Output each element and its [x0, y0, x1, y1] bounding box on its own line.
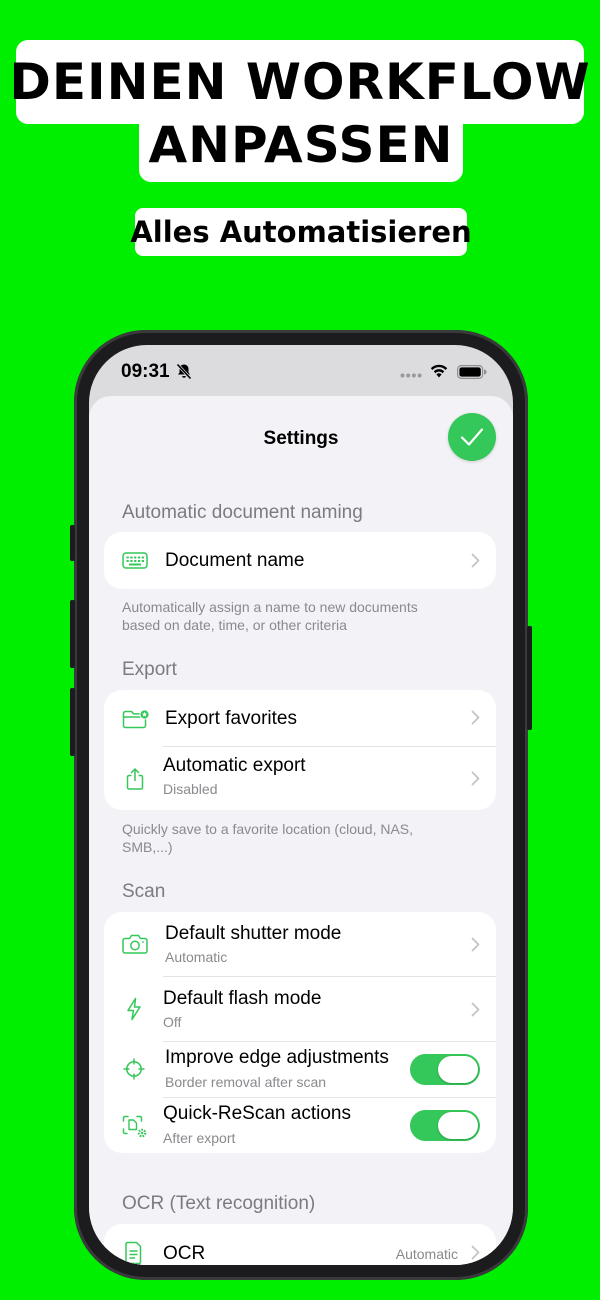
subheadline: Alles Automatisieren: [130, 215, 472, 249]
row-sublabel: After export: [163, 1130, 236, 1146]
card-export: Export favorites Automatic export Disabl…: [104, 690, 496, 810]
phone-volume-down: [70, 688, 75, 756]
signal-dots-icon: [400, 373, 422, 378]
row-label: Export favorites: [165, 708, 297, 729]
section-header-export: Export: [122, 659, 177, 680]
headline-banner-line2: ANPASSEN: [139, 108, 463, 182]
done-button[interactable]: [448, 413, 496, 461]
card-naming: Document name: [104, 532, 496, 589]
battery-icon: [457, 365, 487, 379]
headline-line2: ANPASSEN: [148, 116, 454, 174]
row-ocr[interactable]: OCR Automatic: [104, 1224, 496, 1265]
phone-frame: 09:31 Settings Automatic document naming…: [70, 330, 532, 1280]
crosshair-icon: [123, 1058, 145, 1080]
toggle-knob: [438, 1112, 478, 1139]
row-sublabel: Off: [163, 1014, 182, 1030]
row-sublabel: Automatic: [165, 949, 228, 965]
chevron-right-icon: [471, 937, 480, 952]
chevron-right-icon: [471, 1002, 480, 1017]
camera-icon: [122, 934, 148, 954]
row-quick-rescan-actions: Quick-ReScan actions After export: [104, 1098, 496, 1153]
headline-line1: DEINEN WORKFLOW: [9, 53, 591, 111]
row-improve-edge-adjustments: Improve edge adjustments Border removal …: [104, 1042, 496, 1097]
edge-adjustments-toggle[interactable]: [410, 1054, 480, 1085]
rescan-gear-icon: [122, 1115, 147, 1138]
section-header-scan: Scan: [122, 881, 166, 902]
row-label: Default flash mode: [163, 988, 322, 1009]
phone-screen: 09:31 Settings Automatic document naming…: [89, 345, 513, 1265]
phone-power-button: [527, 626, 532, 730]
card-ocr: OCR Automatic: [104, 1224, 496, 1265]
row-document-name[interactable]: Document name: [104, 532, 496, 589]
chevron-right-icon: [471, 710, 480, 725]
phone-action-button: [70, 525, 75, 561]
chevron-right-icon: [471, 771, 480, 786]
row-sublabel: Border removal after scan: [165, 1074, 327, 1090]
subheadline-banner: Alles Automatisieren: [130, 208, 472, 256]
quick-rescan-toggle[interactable]: [410, 1110, 480, 1141]
wifi-icon: [430, 364, 448, 378]
section-footer-naming: Automatically assign a name to new docum…: [122, 599, 418, 633]
bolt-icon: [127, 997, 141, 1021]
status-time: 09:31: [121, 361, 170, 382]
share-icon: [126, 768, 144, 790]
row-export-favorites[interactable]: Export favorites: [104, 690, 496, 746]
keyboard-icon: [122, 552, 148, 569]
phone-volume-up: [70, 600, 75, 668]
checkmark-icon: [460, 428, 484, 446]
card-scan: Default shutter mode Automatic Default f…: [104, 912, 496, 1153]
row-automatic-export[interactable]: Automatic export Disabled: [104, 747, 496, 810]
bell-slash-icon: [176, 363, 192, 380]
section-header-ocr: OCR (Text recognition): [122, 1193, 316, 1214]
chevron-right-icon: [471, 1245, 480, 1260]
row-label: Automatic export: [163, 755, 306, 776]
row-default-shutter-mode[interactable]: Default shutter mode Automatic: [104, 912, 496, 976]
row-label: Improve edge adjustments: [165, 1047, 389, 1068]
row-sublabel: Disabled: [163, 781, 218, 797]
chevron-right-icon: [471, 553, 480, 568]
section-header-naming: Automatic document naming: [122, 502, 363, 523]
section-footer-export: Quickly save to a favorite location (clo…: [122, 821, 414, 855]
settings-sheet: Settings Automatic document naming Docum…: [89, 396, 513, 1265]
document-text-icon: [125, 1241, 142, 1265]
row-label: Default shutter mode: [165, 923, 342, 944]
row-value: Automatic: [395, 1246, 458, 1262]
row-default-flash-mode[interactable]: Default flash mode Off: [104, 977, 496, 1041]
row-label: Document name: [165, 550, 305, 571]
toggle-knob: [438, 1056, 478, 1083]
folder-star-icon: [122, 709, 150, 729]
row-label: OCR: [163, 1243, 206, 1264]
row-label: Quick-ReScan actions: [163, 1103, 351, 1124]
